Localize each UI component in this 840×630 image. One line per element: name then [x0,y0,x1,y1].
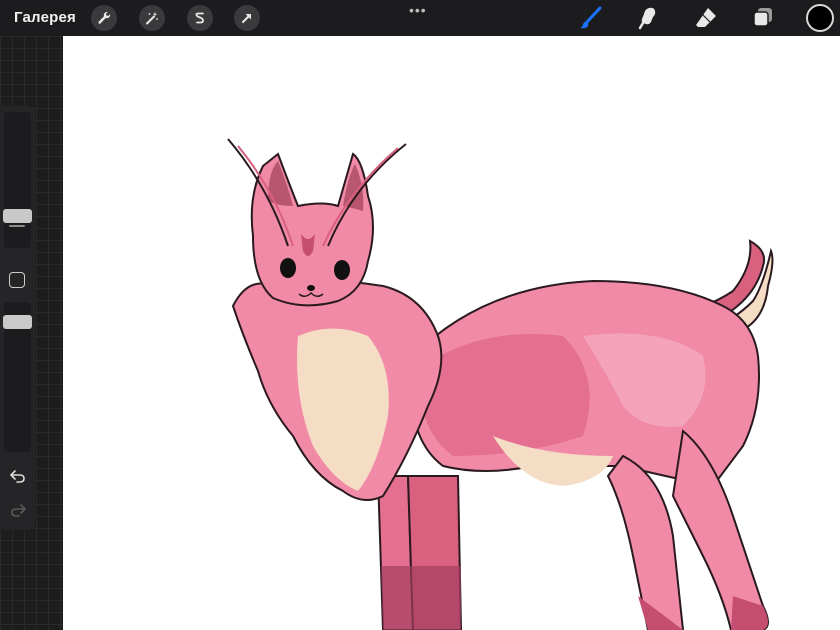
top-toolbar: Галерея ••• [0,0,840,36]
transform-button[interactable] [234,5,260,31]
transform-arrow-icon [242,14,251,23]
pink-lynx-drawing [227,138,774,630]
wrench-icon [98,11,111,24]
redo-button[interactable] [8,501,28,519]
redo-icon [11,504,26,517]
undo-button[interactable] [8,467,28,485]
actions-button[interactable] [91,5,117,31]
brush-icon [580,6,602,29]
brush-size-slider[interactable] [4,112,31,248]
opacity-thumb[interactable] [3,315,32,329]
eraser-tool-button[interactable] [693,5,719,31]
more-options-icon[interactable]: ••• [409,2,427,18]
magic-wand-icon [146,12,158,25]
eraser-icon [696,8,716,27]
drawing-canvas[interactable] [63,36,840,630]
selection-button[interactable] [187,5,213,31]
sidebar [0,106,35,530]
smudge-icon [638,7,656,30]
selection-icon [195,12,204,24]
brush-size-indicator [9,225,25,227]
color-picker-button[interactable] [806,4,834,32]
layers-icon [753,8,772,27]
brush-tool-button[interactable] [578,5,604,31]
adjustments-button[interactable] [139,5,165,31]
smudge-tool-button[interactable] [635,5,661,31]
modify-button[interactable] [9,272,25,288]
brush-size-thumb[interactable] [3,209,32,223]
layers-button[interactable] [750,5,776,31]
gallery-button[interactable]: Галерея [14,9,76,26]
undo-icon [10,470,25,483]
